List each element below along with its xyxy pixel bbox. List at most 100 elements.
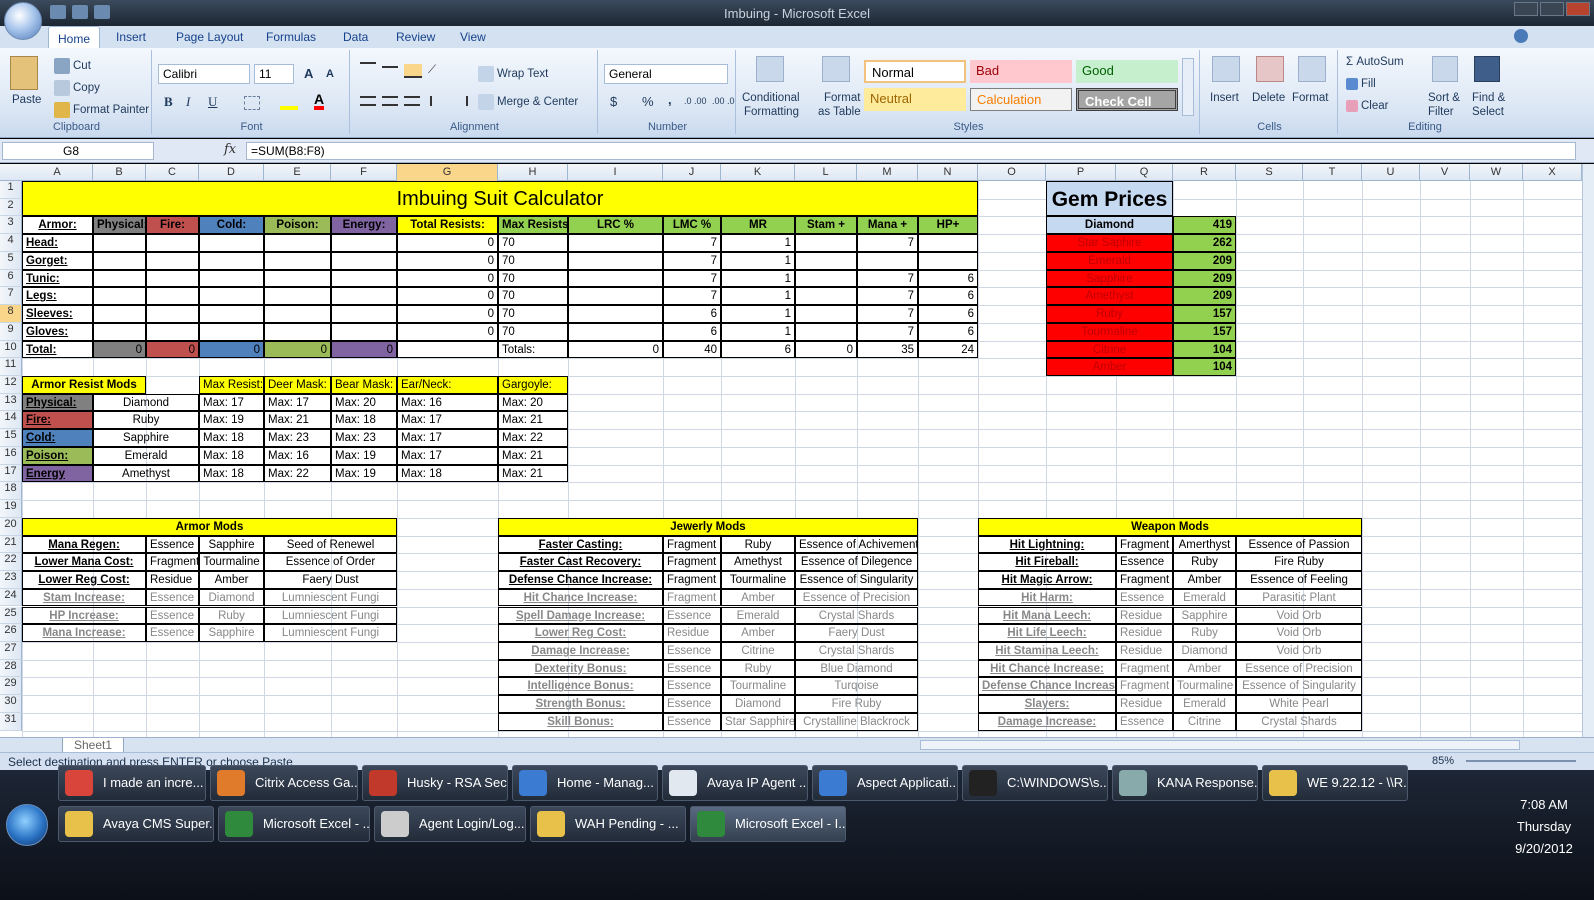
row-header-30[interactable]: 30 <box>0 695 22 713</box>
office-button[interactable] <box>4 2 42 40</box>
mod-name[interactable]: HP Increase: <box>22 606 146 625</box>
mr-cell[interactable]: 1 <box>721 322 795 341</box>
style-calculation[interactable]: Calculation <box>970 88 1072 111</box>
style-neutral[interactable]: Neutral <box>864 88 966 111</box>
mod-tier[interactable]: Fragment <box>1116 677 1173 696</box>
decrease-decimal-button[interactable]: .00 .0 <box>712 96 735 106</box>
resist-input[interactable] <box>331 251 397 270</box>
header-cell[interactable]: Max Resists: <box>498 216 568 235</box>
row-header-28[interactable]: 28 <box>0 659 22 678</box>
comma-button[interactable]: , <box>668 92 672 107</box>
mod-name[interactable]: Faster Casting: <box>498 535 663 554</box>
resist-max[interactable]: Max: 23 <box>264 429 331 447</box>
column-header-q[interactable]: Q <box>1116 164 1173 181</box>
mod-name[interactable]: Skill Bonus: <box>498 712 663 731</box>
tab-review[interactable]: Review <box>396 30 435 44</box>
row-header-14[interactable]: 14 <box>0 411 22 430</box>
resist-input[interactable] <box>146 287 199 306</box>
lmc-cell[interactable]: 7 <box>663 287 721 306</box>
mod-gem[interactable]: Amethyst <box>721 553 795 572</box>
mod-gem[interactable]: Sapphire <box>199 624 264 642</box>
name-box[interactable]: G8 <box>2 142 154 160</box>
mod-gem[interactable]: Diamond <box>199 588 264 607</box>
gem-name[interactable]: Diamond <box>1046 216 1173 235</box>
resist-max[interactable]: Max: 21 <box>498 411 568 430</box>
row-header-29[interactable]: 29 <box>0 677 22 696</box>
row-header-25[interactable]: 25 <box>0 606 22 625</box>
mana-cell[interactable] <box>857 251 918 270</box>
align-middle-icon[interactable] <box>382 66 398 68</box>
mod-gem[interactable]: Sapphire <box>199 535 264 554</box>
header-cell[interactable]: Total Resists: <box>397 216 498 235</box>
gem-name[interactable]: Tourmaline <box>1046 322 1173 341</box>
mod-ingredient[interactable]: Faery Dust <box>264 571 397 589</box>
column-header-k[interactable]: K <box>721 164 795 181</box>
resist-max[interactable]: Max: 22 <box>264 464 331 483</box>
header-cell[interactable]: Fire: <box>146 216 199 235</box>
orientation-icon[interactable]: ⟋ <box>428 64 452 78</box>
copy-button[interactable]: Copy <box>73 82 100 94</box>
mr-cell[interactable]: 1 <box>721 305 795 323</box>
mod-tier[interactable]: Essence <box>663 659 721 678</box>
taskbar-button[interactable]: KANA Response... <box>1112 765 1258 801</box>
mod-ingredient[interactable]: Essence of Feeling <box>1236 571 1362 589</box>
column-header-t[interactable]: T <box>1303 164 1362 181</box>
max-resist[interactable]: 70 <box>498 287 568 306</box>
max-resist[interactable]: 70 <box>498 322 568 341</box>
mod-gem[interactable]: Tourmaline <box>721 677 795 696</box>
mr-cell[interactable]: 1 <box>721 287 795 306</box>
row-header-31[interactable]: 31 <box>0 712 22 731</box>
mod-ingredient[interactable]: White Pearl <box>1236 695 1362 713</box>
gem-price[interactable]: 104 <box>1173 358 1236 376</box>
lrc-cell[interactable] <box>568 287 663 306</box>
totals-label[interactable]: Totals: <box>498 340 568 359</box>
mod-name[interactable]: Lower Reg Cost: <box>22 571 146 589</box>
align-center-icon[interactable] <box>382 96 398 106</box>
horizontal-scrollbar[interactable] <box>920 740 1520 750</box>
mod-gem[interactable]: Amber <box>721 588 795 607</box>
maximize-icon[interactable] <box>1540 2 1564 16</box>
mod-gem[interactable]: Ruby <box>1173 553 1236 572</box>
mod-name[interactable]: Hit Magic Arrow: <box>978 571 1116 589</box>
mod-tier[interactable]: Fragment <box>663 588 721 607</box>
vertical-scrollbar[interactable] <box>1582 164 1594 737</box>
row-header-8[interactable]: 8 <box>0 305 22 323</box>
column-header-x[interactable]: X <box>1523 164 1582 181</box>
mod-ingredient[interactable]: Void Orb <box>1236 624 1362 642</box>
resist-col-header[interactable]: Max Resist: <box>199 376 264 394</box>
mod-gem[interactable]: Emerald <box>721 606 795 625</box>
mod-tier[interactable]: Fragment <box>1116 659 1173 678</box>
weapon-mods-title[interactable]: Weapon Mods <box>978 517 1362 536</box>
header-cell[interactable]: MR <box>721 216 795 235</box>
zoom-level[interactable]: 85% <box>1432 755 1454 767</box>
paste-button[interactable]: Paste <box>12 94 41 106</box>
total-stam[interactable]: 0 <box>795 340 857 359</box>
resist-type[interactable]: Fire: <box>22 411 93 430</box>
resist-col-header[interactable]: Gargoyle: <box>498 376 568 394</box>
header-cell[interactable]: Poison: <box>264 216 331 235</box>
style-bad[interactable]: Bad <box>970 60 1072 83</box>
total-fire[interactable]: 0 <box>146 340 199 359</box>
column-header-r[interactable]: R <box>1173 164 1236 181</box>
resist-input[interactable] <box>331 234 397 252</box>
mod-name[interactable]: Damage Increase: <box>978 712 1116 731</box>
mod-gem[interactable]: Amber <box>199 571 264 589</box>
resist-input[interactable] <box>331 305 397 323</box>
gem-name[interactable]: Sapphire <box>1046 269 1173 288</box>
mana-cell[interactable]: 7 <box>857 305 918 323</box>
stam-cell[interactable] <box>795 251 857 270</box>
total-energy[interactable]: 0 <box>331 340 397 359</box>
max-resist[interactable]: 70 <box>498 234 568 252</box>
resist-max[interactable]: Max: 17 <box>264 393 331 412</box>
resist-input[interactable] <box>264 287 331 306</box>
resist-max[interactable]: Max: 18 <box>397 464 498 483</box>
mod-tier[interactable]: Essence <box>1116 712 1173 731</box>
resist-input[interactable] <box>331 269 397 288</box>
gem-price[interactable]: 209 <box>1173 287 1236 306</box>
lrc-cell[interactable] <box>568 269 663 288</box>
mod-ingredient[interactable]: Crystal Shards <box>795 641 918 660</box>
column-header-b[interactable]: B <box>93 164 146 181</box>
tab-view[interactable]: View <box>460 30 486 44</box>
mod-tier[interactable]: Fragment <box>1116 571 1173 589</box>
resist-input[interactable] <box>146 251 199 270</box>
